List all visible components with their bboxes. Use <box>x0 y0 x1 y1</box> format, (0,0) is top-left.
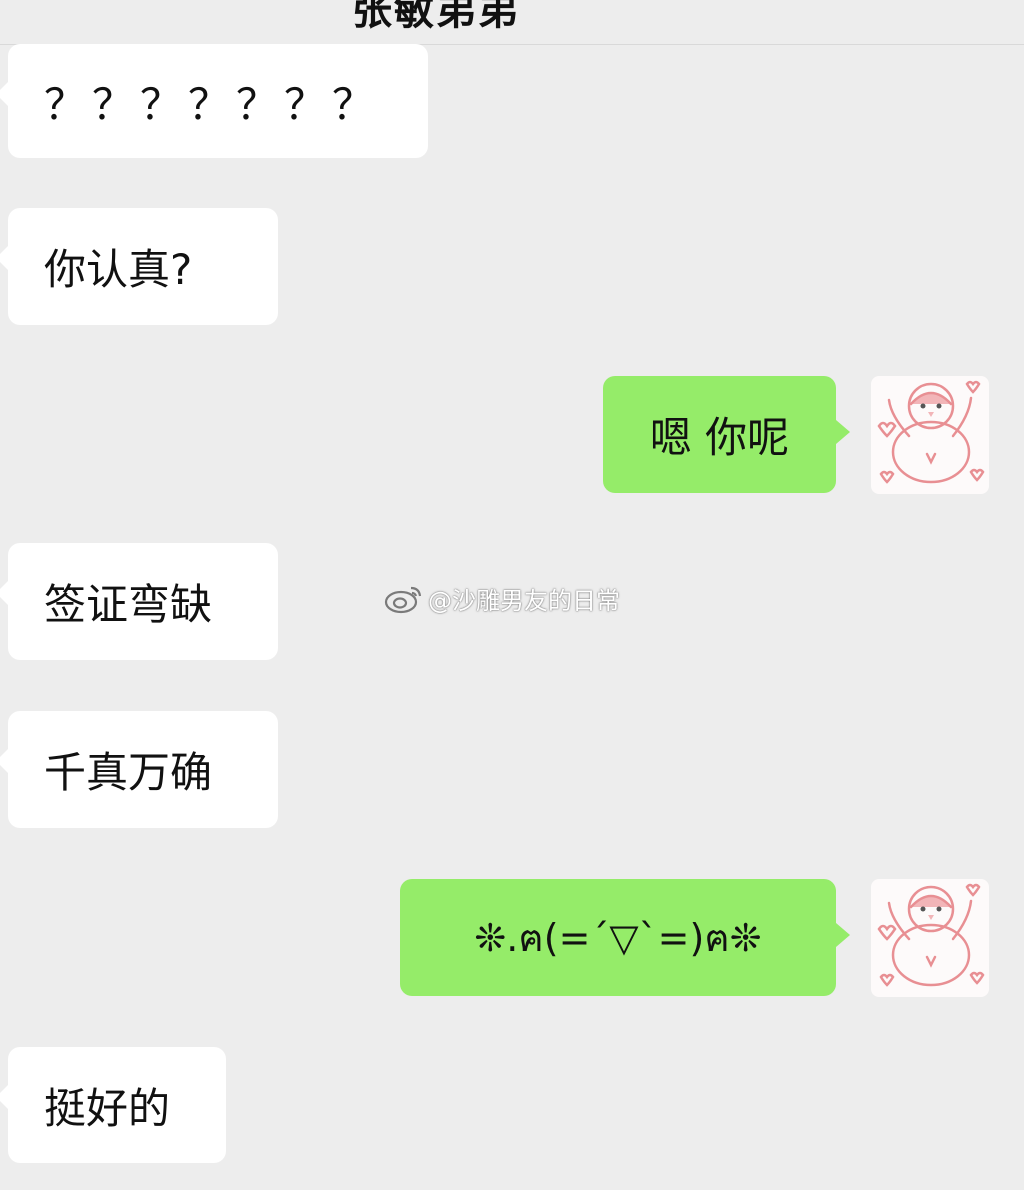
message-text: 嗯 你呢 <box>649 413 790 462</box>
message-text: ？？？？？？？ <box>44 79 381 129</box>
message-text: 你认真? <box>44 245 193 294</box>
incoming-message-bubble[interactable]: 你认真? <box>0 208 278 325</box>
message-text: 千真万确 <box>44 748 213 797</box>
watermark-text: @沙雕男友的日常 <box>428 586 620 615</box>
weibo-watermark: @沙雕男友的日常 <box>384 578 620 618</box>
incoming-message-bubble[interactable]: 千真万确 <box>0 711 278 828</box>
message-text: ❊.ฅ(=´▽`=)ฅ❊ <box>474 916 762 960</box>
weibo-icon <box>384 586 422 614</box>
chat-title: 张敏弟弟 <box>352 0 520 34</box>
user-avatar[interactable] <box>871 879 989 997</box>
outgoing-message-bubble[interactable]: 嗯 你呢 <box>603 376 850 493</box>
incoming-message-bubble[interactable]: 挺好的 <box>0 1047 226 1163</box>
incoming-message-bubble[interactable]: ？？？？？？？ <box>0 44 428 158</box>
outgoing-message-bubble[interactable]: ❊.ฅ(=´▽`=)ฅ❊ <box>400 879 850 996</box>
incoming-message-bubble[interactable]: 签证弯缺 <box>0 543 278 660</box>
message-text: 签证弯缺 <box>44 580 213 629</box>
message-text: 挺好的 <box>44 1083 171 1133</box>
penguin-icon <box>877 380 985 484</box>
user-avatar[interactable] <box>871 376 989 494</box>
penguin-icon <box>877 883 985 987</box>
chat-header: 张敏弟弟 <box>0 0 1024 45</box>
